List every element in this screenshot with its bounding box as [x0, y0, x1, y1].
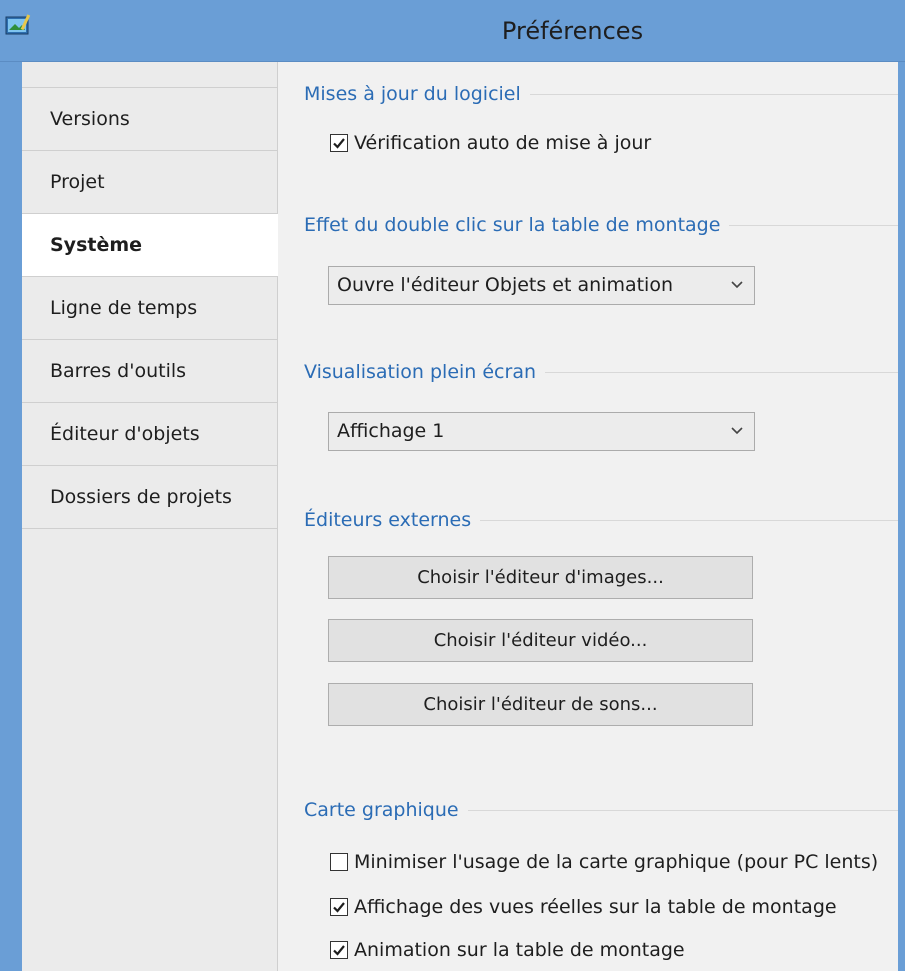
- chevron-down-icon: [731, 281, 743, 289]
- auto-update-checkbox[interactable]: [330, 134, 348, 152]
- choose-image-editor-button[interactable]: Choisir l'éditeur d'images...: [328, 556, 753, 599]
- checkmark-icon: [333, 945, 345, 956]
- checkmark-icon: [333, 902, 345, 913]
- minimize-gpu-label: Minimiser l'usage de la carte graphique …: [354, 851, 879, 873]
- double-click-select-value: Ouvre l'éditeur Objets et animation: [337, 274, 673, 296]
- real-views-checkbox-row[interactable]: Affichage des vues réelles sur la table …: [330, 896, 837, 918]
- real-views-label: Affichage des vues réelles sur la table …: [354, 896, 837, 918]
- sidebar-item-editeur-objets[interactable]: Éditeur d'objets: [22, 403, 277, 466]
- sidebar-list: Versions Projet Système Ligne de temps B…: [22, 87, 278, 529]
- section-double-click-title: Effet du double clic sur la table de mon…: [304, 214, 721, 236]
- real-views-checkbox[interactable]: [330, 898, 348, 916]
- section-fullscreen-title: Visualisation plein écran: [304, 361, 536, 383]
- choose-sound-editor-button[interactable]: Choisir l'éditeur de sons...: [328, 683, 753, 726]
- section-external-editors-header: Éditeurs externes: [304, 509, 898, 531]
- section-updates-header: Mises à jour du logiciel: [304, 83, 898, 105]
- animation-label: Animation sur la table de montage: [354, 939, 685, 961]
- section-graphics-header: Carte graphique: [304, 799, 898, 821]
- title-bar: Préférences: [0, 0, 905, 62]
- settings-panel: Mises à jour du logiciel Vérification au…: [278, 62, 898, 971]
- minimize-gpu-checkbox[interactable]: [330, 853, 348, 871]
- sidebar-item-ligne-de-temps[interactable]: Ligne de temps: [22, 277, 277, 340]
- fullscreen-select-value: Affichage 1: [337, 420, 445, 442]
- window-title: Préférences: [501, 17, 644, 45]
- section-divider: [480, 519, 898, 521]
- sidebar-item-barres-outils[interactable]: Barres d'outils: [22, 340, 277, 403]
- section-updates-title: Mises à jour du logiciel: [304, 83, 521, 105]
- sidebar: Versions Projet Système Ligne de temps B…: [22, 62, 278, 971]
- fullscreen-select[interactable]: Affichage 1: [328, 412, 755, 451]
- window-frame-right: [898, 62, 905, 971]
- section-fullscreen-header: Visualisation plein écran: [304, 361, 898, 383]
- choose-video-editor-button[interactable]: Choisir l'éditeur vidéo...: [328, 619, 753, 662]
- auto-update-checkbox-row[interactable]: Vérification auto de mise à jour: [330, 132, 651, 154]
- section-divider: [529, 93, 898, 95]
- dialog-content: Versions Projet Système Ligne de temps B…: [22, 62, 898, 971]
- double-click-select[interactable]: Ouvre l'éditeur Objets et animation: [328, 266, 755, 305]
- section-double-click-header: Effet du double clic sur la table de mon…: [304, 214, 898, 236]
- checkmark-icon: [333, 138, 345, 149]
- sidebar-item-dossiers-projets[interactable]: Dossiers de projets: [22, 466, 277, 529]
- chevron-down-icon: [731, 427, 743, 435]
- window-frame-left: [0, 62, 22, 971]
- auto-update-label: Vérification auto de mise à jour: [354, 132, 652, 154]
- sidebar-item-projet[interactable]: Projet: [22, 151, 277, 214]
- section-divider: [545, 371, 898, 373]
- section-divider: [729, 224, 898, 226]
- section-external-editors-title: Éditeurs externes: [304, 509, 472, 531]
- section-divider: [467, 809, 898, 811]
- animation-checkbox-row[interactable]: Animation sur la table de montage: [330, 939, 685, 961]
- minimize-gpu-checkbox-row[interactable]: Minimiser l'usage de la carte graphique …: [330, 851, 878, 873]
- section-graphics-title: Carte graphique: [304, 799, 459, 821]
- animation-checkbox[interactable]: [330, 941, 348, 959]
- sidebar-item-versions[interactable]: Versions: [22, 88, 277, 151]
- sidebar-item-systeme[interactable]: Système: [22, 214, 278, 277]
